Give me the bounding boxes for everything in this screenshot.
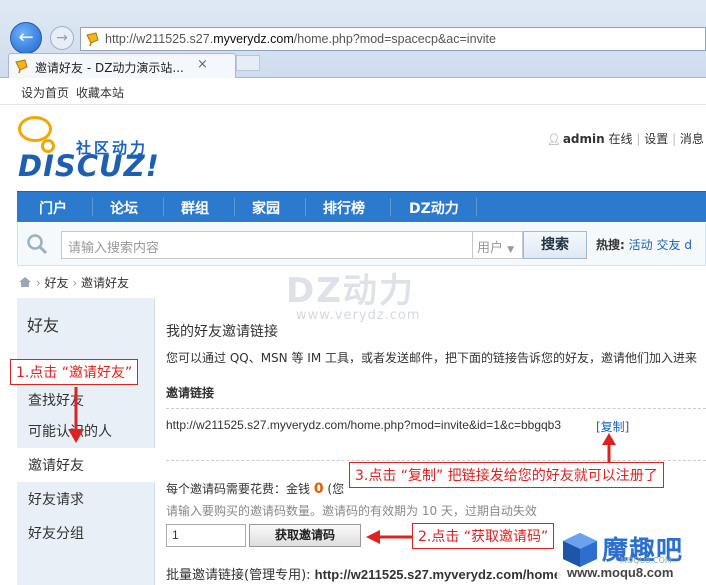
watermark-logo: DZ动力 bbox=[286, 271, 415, 311]
site-topbar: 设为首页 收藏本站 bbox=[0, 79, 706, 105]
hot-search-item[interactable]: d bbox=[684, 238, 692, 252]
cost-value: 0 bbox=[313, 481, 324, 497]
username-link[interactable]: admin bbox=[563, 132, 605, 146]
search-button[interactable]: 搜索 bbox=[523, 231, 587, 259]
search-scope-select[interactable]: 用户 ▼ bbox=[473, 231, 523, 259]
user-area: 👤︎ admin 在线 | 设置 | 消息 bbox=[547, 132, 704, 146]
nav-divider bbox=[92, 198, 93, 216]
batch-invite: 批量邀请链接(管理专用): http://w211525.s27.myveryd… bbox=[166, 564, 561, 583]
watermark-url: www.verydz.com bbox=[296, 308, 421, 323]
nav-divider bbox=[234, 198, 235, 216]
browser-tab[interactable]: 邀请好友 - DZ动力演示站... × bbox=[8, 53, 236, 78]
nav-item-dz[interactable]: DZ动力 bbox=[409, 198, 459, 218]
settings-link[interactable]: 设置 bbox=[644, 132, 668, 146]
page-title: 我的好友邀请链接 bbox=[166, 324, 278, 340]
nav-item-ranking[interactable]: 排行榜 bbox=[323, 198, 365, 218]
search-input[interactable]: 请输入搜索内容 bbox=[61, 231, 473, 259]
intro-text: 您可以通过 QQ、MSN 等 IM 工具，或者发送邮件，把下面的链接告诉您的好友… bbox=[166, 351, 697, 365]
breadcrumb-separator: › bbox=[35, 276, 41, 290]
nav-divider bbox=[476, 198, 477, 216]
sidebar-title: 好友 bbox=[27, 316, 60, 335]
sidebar-item-groups[interactable]: 好友分组 bbox=[17, 516, 155, 550]
arrow-up-icon bbox=[602, 433, 616, 463]
bookmark-link[interactable]: 收藏本站 bbox=[76, 84, 124, 101]
online-status[interactable]: 在线 bbox=[609, 132, 633, 146]
breadcrumb-separator: › bbox=[72, 276, 78, 290]
tab-favicon-icon bbox=[15, 59, 28, 74]
annotation-step3: 3.点击 “复制” 把链接发给您的好友就可以注册了 bbox=[349, 462, 664, 488]
cost-label: 每个邀请码需要花费：金钱 bbox=[166, 482, 311, 496]
messages-link[interactable]: 消息 bbox=[680, 132, 704, 146]
hot-search-item[interactable]: 交友 bbox=[656, 238, 680, 252]
search-icon bbox=[27, 234, 48, 255]
address-bar[interactable]: http://w211525.s27.myverydz.com/home.php… bbox=[80, 27, 706, 51]
nav-divider bbox=[163, 198, 164, 216]
site-favicon-icon bbox=[86, 32, 99, 47]
sidebar-item-invite[interactable]: 邀请好友 bbox=[17, 448, 155, 482]
back-icon[interactable]: ← bbox=[10, 22, 42, 54]
home-icon[interactable] bbox=[18, 276, 32, 288]
hot-search: 热搜: 活动 交友 d bbox=[596, 236, 692, 253]
logo-bubble-icon bbox=[18, 116, 55, 153]
new-tab-button[interactable] bbox=[236, 55, 260, 71]
get-invite-code-button[interactable]: 获取邀请码 bbox=[249, 524, 361, 547]
arrow-down-icon bbox=[68, 387, 84, 443]
nav-item-forum[interactable]: 论坛 bbox=[110, 198, 138, 218]
sidebar-item-requests[interactable]: 好友请求 bbox=[17, 482, 155, 516]
address-url: http://w211525.s27.myverydz.com/home.php… bbox=[105, 32, 496, 46]
set-home-link[interactable]: 设为首页 bbox=[21, 84, 69, 101]
cost-text: 每个邀请码需要花费：金钱 0 (您 bbox=[166, 480, 344, 497]
batch-url[interactable]: http://w211525.s27.myverydz.com/home bbox=[315, 567, 561, 582]
quantity-input[interactable]: 1 bbox=[166, 524, 246, 547]
hot-search-item[interactable]: 活动 bbox=[629, 238, 653, 252]
tab-title: 邀请好友 - DZ动力演示站... bbox=[35, 61, 184, 75]
breadcrumb: › 好友 › 邀请好友 bbox=[18, 274, 129, 291]
divider bbox=[166, 408, 706, 409]
annotation-step2: 2.点击 “获取邀请码” bbox=[412, 523, 555, 549]
chevron-down-icon: ▼ bbox=[507, 245, 515, 255]
main-nav: 门户 论坛 群组 家园 排行榜 DZ动力 bbox=[17, 191, 706, 222]
tab-close-icon[interactable]: × bbox=[197, 57, 208, 72]
divider bbox=[166, 460, 706, 461]
nav-item-home[interactable]: 家园 bbox=[252, 198, 280, 218]
nav-item-portal[interactable]: 门户 bbox=[39, 198, 67, 218]
nav-item-group[interactable]: 群组 bbox=[181, 198, 209, 218]
invite-url[interactable]: http://w211525.s27.myverydz.com/home.php… bbox=[166, 418, 561, 432]
arrow-left-icon bbox=[366, 530, 412, 544]
quantity-hint: 请输入要购买的邀请码数量。邀请码的有效期为 10 天，过期自动失效 bbox=[166, 504, 537, 518]
nav-divider bbox=[390, 198, 391, 216]
batch-label: 批量邀请链接(管理专用): bbox=[166, 568, 311, 583]
site-logo[interactable]: DISCUZ! bbox=[18, 149, 160, 183]
browser-chrome: ← → http://w211525.s27.myverydz.com/home… bbox=[0, 0, 706, 78]
moqu-logo-icon bbox=[563, 533, 597, 567]
section-title: 邀请链接 bbox=[166, 386, 215, 400]
cost-tail: (您 bbox=[327, 482, 345, 496]
breadcrumb-invite[interactable]: 邀请好友 bbox=[81, 276, 129, 290]
hot-search-label: 热搜: bbox=[596, 238, 625, 252]
moqu-small: MOQU8.COM bbox=[620, 556, 672, 565]
user-icon: 👤︎ bbox=[547, 133, 561, 146]
annotation-step1: 1.点击 “邀请好友” bbox=[10, 359, 139, 385]
nav-divider bbox=[305, 198, 306, 216]
search-scope-label: 用户 bbox=[477, 241, 504, 256]
breadcrumb-friends[interactable]: 好友 bbox=[44, 276, 68, 290]
forward-icon[interactable]: → bbox=[50, 26, 74, 50]
moqu-url: www.moqu8.com bbox=[567, 565, 674, 580]
